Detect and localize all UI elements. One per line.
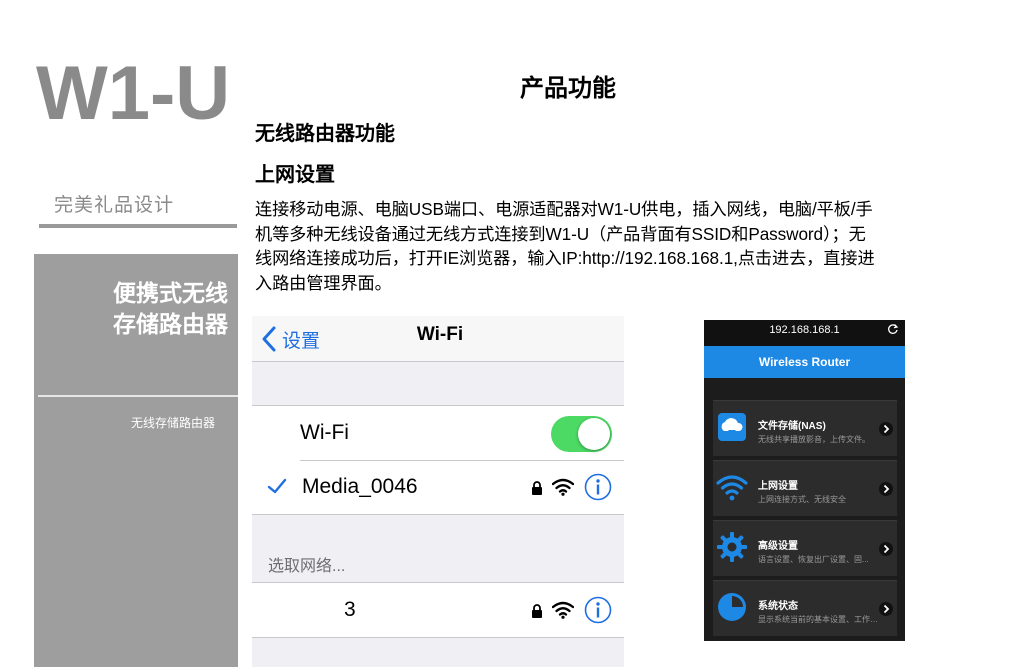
network-row[interactable]: 3 (252, 583, 624, 637)
wifi-toggle[interactable] (551, 416, 612, 452)
sidebar-subtitle: 无线存储路由器 (130, 416, 215, 430)
menu-item-desc: 无线共享播放影音，上传文件。 (758, 435, 870, 444)
menu-item-title: 系统状态 (758, 601, 798, 612)
chevron-right-icon (879, 602, 893, 616)
menu-item-title: 上网设置 (758, 481, 798, 492)
brand-subtitle: 完美礼品设计 (54, 194, 175, 216)
body-line: 入路由管理界面。 (255, 272, 392, 293)
sidebar-divider (38, 395, 238, 397)
menu-item-status[interactable]: 系统状态 显示系统当前的基本设置、工作状... (713, 580, 897, 636)
lock-icon (532, 481, 542, 495)
wifi-toggle-row: Wi-Fi (252, 406, 624, 460)
menu-item-desc: 显示系统当前的基本设置、工作状... (758, 615, 878, 624)
divider (39, 224, 237, 228)
wifi-label: Wi-Fi (300, 421, 349, 444)
wifi-signal-icon (552, 478, 574, 496)
ios-nav-bar: 设置 Wi-Fi (252, 316, 624, 362)
menu-item-internet[interactable]: 上网设置 上网连接方式、无线安全 (713, 460, 897, 516)
sub-title: 上网设置 (255, 162, 335, 186)
router-app-screenshot: 192.168.168.1 Wireless Router 文件存储(NAS) … (704, 320, 905, 641)
sidebar-panel: 便携式无线 存储路由器 无线存储路由器 (34, 254, 238, 667)
gear-icon (717, 532, 747, 562)
sidebar-title: 便携式无线 存储路由器 (48, 278, 228, 340)
lock-icon (532, 604, 542, 618)
menu-item-advanced[interactable]: 高级设置 语言设置、恢复出厂设置、固... (713, 520, 897, 576)
wifi-group: Wi-Fi Media_0046 (252, 405, 624, 515)
chevron-right-icon (879, 482, 893, 496)
wifi-icon (716, 475, 748, 501)
network-row-connected[interactable]: Media_0046 (252, 460, 624, 514)
nav-title: Wi-Fi (416, 324, 464, 345)
address-bar[interactable]: 192.168.168.1 (704, 320, 905, 346)
network-name: Media_0046 (302, 475, 418, 498)
sidebar-title-line2: 存储路由器 (113, 311, 228, 338)
wifi-signal-icon (552, 601, 574, 619)
other-networks-group: 3 (252, 582, 624, 638)
refresh-icon[interactable] (887, 323, 899, 335)
sidebar-title-line1: 便携式无线 (113, 280, 228, 307)
menu-item-nas[interactable]: 文件存储(NAS) 无线共享播放影音，上传文件。 (713, 400, 897, 456)
ios-wifi-screenshot: 设置 Wi-Fi Wi-Fi Media_0046 选取网络... 3 (252, 316, 624, 667)
info-icon[interactable] (584, 596, 612, 624)
body-line: 连接移动电源、电脑USB端口、电源适配器对W1-U供电，插入网线，电脑/平板/手 (255, 199, 873, 219)
pie-chart-icon (718, 593, 746, 621)
menu-item-title: 高级设置 (758, 541, 798, 552)
body-line: 机等多种无线设备通过无线方式连接到W1-U（产品背面有SSID和Password… (255, 223, 866, 244)
brand-logo: W1-U (36, 51, 231, 136)
body-line: 线网络连接成功后，打开IE浏览器，输入IP:http://192.168.168… (255, 248, 875, 268)
menu-item-title: 文件存储(NAS) (758, 421, 826, 432)
network-name: 3 (344, 598, 356, 621)
checkmark-icon (267, 478, 287, 494)
chevron-right-icon (879, 422, 893, 436)
section-title: 无线路由器功能 (255, 121, 395, 145)
choose-network-label: 选取网络... (268, 558, 346, 575)
menu-item-desc: 语言设置、恢复出厂设置、固... (758, 555, 869, 564)
chevron-right-icon (879, 542, 893, 556)
cloud-storage-icon (718, 413, 746, 441)
body-paragraph: 连接移动电源、电脑USB端口、电源适配器对W1-U供电，插入网线，电脑/平板/手… (255, 197, 983, 295)
page-title: 产品功能 (520, 73, 616, 102)
app-header: Wireless Router (704, 346, 905, 378)
info-icon[interactable] (584, 473, 612, 501)
menu-item-desc: 上网连接方式、无线安全 (758, 495, 846, 504)
toggle-knob (578, 418, 610, 450)
address-text: 192.168.168.1 (769, 324, 840, 336)
